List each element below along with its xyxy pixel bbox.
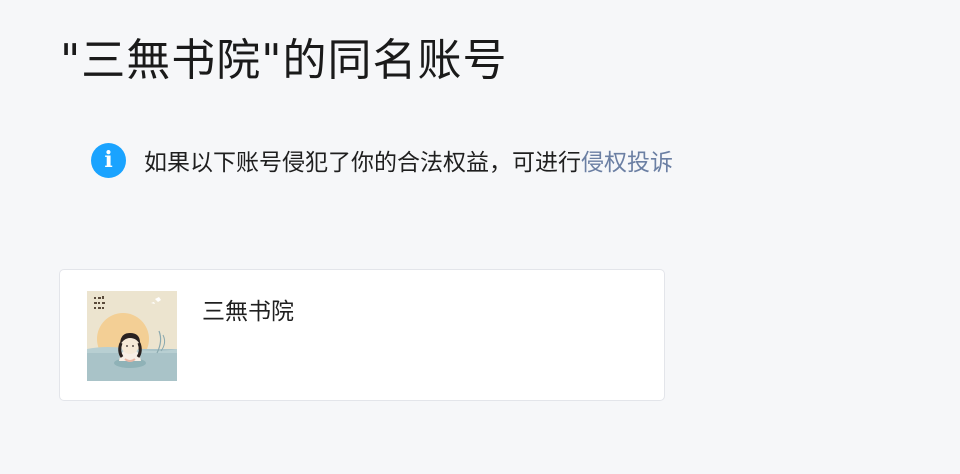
account-avatar[interactable] [87,291,177,381]
infringement-complaint-link[interactable]: 侵权投诉 [581,143,673,177]
account-name[interactable]: 三無书院 [202,296,294,328]
account-card[interactable]: 三無书院 [59,269,665,401]
page-title: "三無书院"的同名账号 [60,35,508,86]
info-icon: i [91,142,126,178]
notice-text: 如果以下账号侵犯了你的合法权益，可进行 [144,150,581,176]
infringement-notice: i 如果以下账号侵犯了你的合法权益，可进行 侵权投诉 [91,142,673,178]
